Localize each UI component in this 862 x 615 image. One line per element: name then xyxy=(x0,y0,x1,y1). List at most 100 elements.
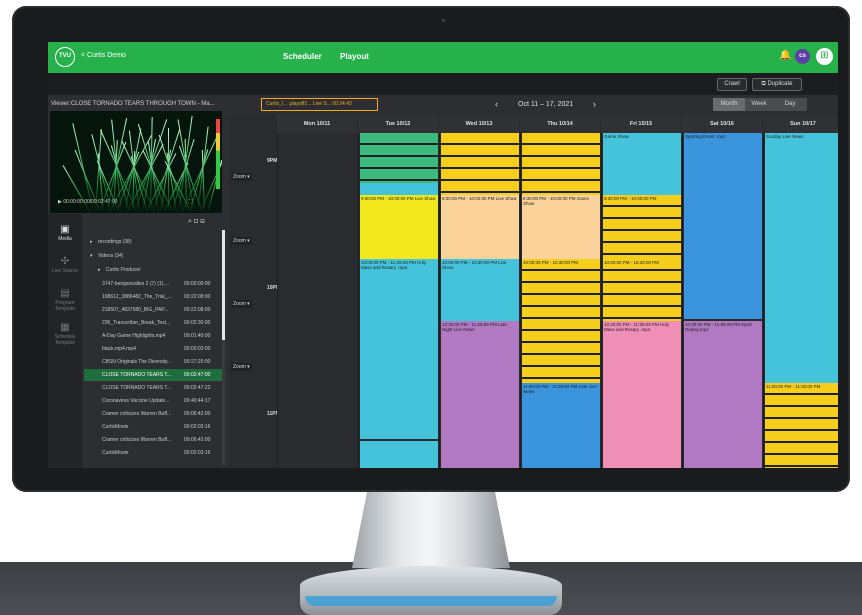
media-scrollbar[interactable] xyxy=(222,230,225,465)
media-file-name: 236_Transcriber_Break_Test... xyxy=(102,320,171,326)
sidebar-item-label: Schedule Template xyxy=(54,334,76,346)
event-block[interactable]: 9:30:00 PM - 10:00:00 PM Live Show xyxy=(360,195,438,259)
day-column-sun[interactable]: Sunday Live News 11:00:00 PM - 11:30:00 … xyxy=(763,133,838,468)
zoom-dropdown[interactable]: Zoom ▾ xyxy=(231,237,252,245)
view-month[interactable]: Month xyxy=(713,98,745,111)
media-file-row[interactable]: 3747-bengancalles 2 (7) (1).... 00:00:00:… xyxy=(84,278,222,290)
view-day[interactable]: Day xyxy=(773,98,807,111)
sidebar-item-label: Media xyxy=(58,236,72,242)
event-block[interactable]: 9:30:00 PM - 10:00:00 PM Live Show xyxy=(441,195,519,259)
event-block[interactable] xyxy=(360,183,438,195)
folder-row[interactable]: ▸ Curtis Producer xyxy=(84,264,222,276)
folder-name: Curtis Producer xyxy=(106,267,141,273)
folder-row[interactable]: ▸ recordings (38) xyxy=(84,236,222,248)
monitor-stand-rim xyxy=(305,596,557,606)
selected-clip-bar[interactable]: Curtis_l... .playoff1... Live S... 00:24… xyxy=(261,98,378,111)
media-file-row[interactable]: Cramer criticizes Warren Buff... 00:06:42… xyxy=(84,408,222,420)
media-file-row[interactable]: 218507_4837580_BIG_PAP... 00:22:08:00 xyxy=(84,304,222,316)
folder-row[interactable]: ▾ Videos (34) xyxy=(84,250,222,262)
event-block[interactable]: 11:00:00 PM - 11:30:00 PM xyxy=(765,383,838,468)
event-block[interactable] xyxy=(441,133,519,195)
event-block[interactable]: Game Show xyxy=(603,133,681,195)
media-file-row[interactable]: A-Day Game Highlights.mp4 00:01:40:00 xyxy=(84,330,222,342)
sidebar-item-label: Live Source xyxy=(51,268,79,274)
event-block[interactable]: 10:00:00 PM - 11:29:29 PM Holy Mass and … xyxy=(360,259,438,439)
event-block[interactable]: 10:30:00 PM - 11:59:29 PM Sport Replay.m… xyxy=(684,321,762,468)
event-block[interactable] xyxy=(360,441,438,468)
event-block[interactable]: 11:00:00 PM - 11:59:59 PM Late Live News xyxy=(522,383,600,468)
media-file-row[interactable]: CurtisMovie 00:02:03:16 xyxy=(84,421,222,433)
prev-week-icon[interactable]: ‹ xyxy=(495,99,498,109)
sidebar-item-schedule-template[interactable]: ▦ Schedule Template xyxy=(48,322,82,346)
media-file-row[interactable]: Cramer criticizes Warren Buff... 00:06:42… xyxy=(84,434,222,446)
fullscreen-icon[interactable]: ⛶ xyxy=(189,199,193,205)
media-file-row[interactable]: CBSN Originals The Diversity... 00:27:25:… xyxy=(84,356,222,368)
zoom-dropdown[interactable]: Zoom ▾ xyxy=(231,173,252,181)
bell-icon[interactable]: 🔔 xyxy=(779,50,791,61)
event-block[interactable]: 9:30:00 PM - 10:00:00 PM xyxy=(603,195,681,259)
zoom-dropdown[interactable]: Zoom ▾ xyxy=(231,300,252,308)
day-header: Sat 10/16 xyxy=(682,115,762,133)
app-grid-icon[interactable]: ⊞ xyxy=(816,48,833,65)
sidebar-item-media[interactable]: ▣ Media xyxy=(48,224,82,242)
event-block[interactable]: Sporting Event .mp4 xyxy=(684,133,762,319)
media-file-row[interactable]: CLOSE TORNADO TEARS T... 00:02:47:22 xyxy=(84,382,222,394)
sidebar-item-label: Program Template xyxy=(54,300,76,312)
event-block[interactable]: 10:00:00 PM - 10:30:00 PM xyxy=(603,259,681,321)
day-column-mon[interactable] xyxy=(277,133,357,468)
media-file-duration: 00:02:03:16 xyxy=(184,424,211,430)
day-column-sat[interactable]: Sporting Event .mp4 10:30:00 PM - 11:59:… xyxy=(682,133,762,468)
upload-icon[interactable]: ⊟ xyxy=(200,218,204,225)
media-file-row[interactable]: CLOSE TORNADO TEARS T... 00:02:47:00 xyxy=(84,369,222,381)
day-column-fri[interactable]: Game Show 9:30:00 PM - 10:00:00 PM 10:00… xyxy=(601,133,681,468)
search-icon[interactable]: ⌕ xyxy=(188,218,192,225)
media-file-row[interactable]: black.mp4.mp4 00:00:03:00 xyxy=(84,343,222,355)
event-block[interactable]: 10:00:00 PM - 10:30:00 PM xyxy=(522,259,600,383)
day-column-tue[interactable]: 9:30:00 PM - 10:00:00 PM Live Show 10:00… xyxy=(358,133,438,468)
day-column-thu[interactable]: 9:30:00 PM - 10:00:00 PM Game Show 10:00… xyxy=(520,133,600,468)
back-link[interactable]: < Curtis Demo xyxy=(81,52,126,59)
next-week-icon[interactable]: › xyxy=(593,99,596,109)
view-week[interactable]: Week xyxy=(745,98,773,111)
media-file-name: black.mp4.mp4 xyxy=(102,346,136,352)
media-file-duration: 00:22:08:00 xyxy=(184,294,211,300)
zoom-dropdown[interactable]: Zoom ▾ xyxy=(231,363,252,371)
sidebar-item-live-source[interactable]: ✣ Live Source xyxy=(48,256,82,274)
action-bar: Crawl ⧉ Duplicate xyxy=(48,73,838,95)
event-block[interactable]: 10:30:00 PM - 11:59:59 PM Late Night Liv… xyxy=(441,321,519,468)
tab-scheduler[interactable]: Scheduler xyxy=(283,52,322,61)
media-file-name: A-Day Game Highlights.mp4 xyxy=(102,333,166,339)
event-block[interactable]: 10:30:00 PM - 11:59:29 PM Holy Mass and … xyxy=(603,321,681,468)
event-block[interactable]: Sunday Live News xyxy=(765,133,838,383)
crawl-button[interactable]: Crawl xyxy=(717,78,747,91)
expand-icon: ▸ xyxy=(90,239,93,245)
duplicate-button[interactable]: ⧉ Duplicate xyxy=(752,78,802,91)
tab-playout[interactable]: Playout xyxy=(340,52,369,61)
video-preview[interactable]: ▶ 00:00:00:00/00:02:47:00 ⛶ xyxy=(50,111,222,213)
day-header: Mon 10/11 xyxy=(277,115,357,133)
media-tools: ⌕ ⊡ ⊟ xyxy=(188,218,205,226)
viewer-title: Viewer:CLOSE TORNADO TEARS THROUGH TOWN … xyxy=(48,97,226,111)
collapse-icon: ▾ xyxy=(90,253,93,259)
monitor-bezel: TVU < Curtis Demo Scheduler Playout 🔔 cs… xyxy=(12,6,850,492)
avatar[interactable]: cs xyxy=(795,49,810,64)
media-file-duration: 00:02:47:00 xyxy=(184,372,211,378)
event-block[interactable] xyxy=(360,133,438,183)
media-file-name: Cramer criticizes Warren Buff... xyxy=(102,411,172,417)
media-file-row[interactable]: 198612_3886482_The_Trial_... 00:22:08:00 xyxy=(84,291,222,303)
event-block[interactable]: 9:30:00 PM - 10:00:00 PM Game Show xyxy=(522,195,600,259)
sidebar-item-program-template[interactable]: ▤ Program Template xyxy=(48,288,82,312)
media-file-name: CurtisMovie xyxy=(102,450,129,456)
new-folder-icon[interactable]: ⊡ xyxy=(194,218,198,225)
day-column-wed[interactable]: 9:30:00 PM - 10:00:00 PM Live Show 10:00… xyxy=(439,133,519,468)
event-block[interactable]: 10:00:00 PM - 10:30:00 PM Live Show xyxy=(441,259,519,321)
event-block[interactable] xyxy=(522,133,600,195)
week-calendar: Mon 10/11 Tue 10/12 Wed 10/13 Thu 10/14 Fri … xyxy=(229,115,838,468)
media-file-name: 3747-bengancalles 2 (7) (1).... xyxy=(102,281,169,287)
media-file-row[interactable]: 236_Transcriber_Break_Test... 00:02:30:00 xyxy=(84,317,222,329)
folder-name: Videos (34) xyxy=(98,253,124,259)
media-file-row[interactable]: CurtisMovie 00:02:03:16 xyxy=(84,447,222,459)
media-file-name: CLOSE TORNADO TEARS T... xyxy=(102,385,172,391)
media-file-row[interactable]: Coronavirus Vaccine Update... 00:40:44:17 xyxy=(84,395,222,407)
media-file-name: 218507_4837580_BIG_PAP... xyxy=(102,307,169,313)
